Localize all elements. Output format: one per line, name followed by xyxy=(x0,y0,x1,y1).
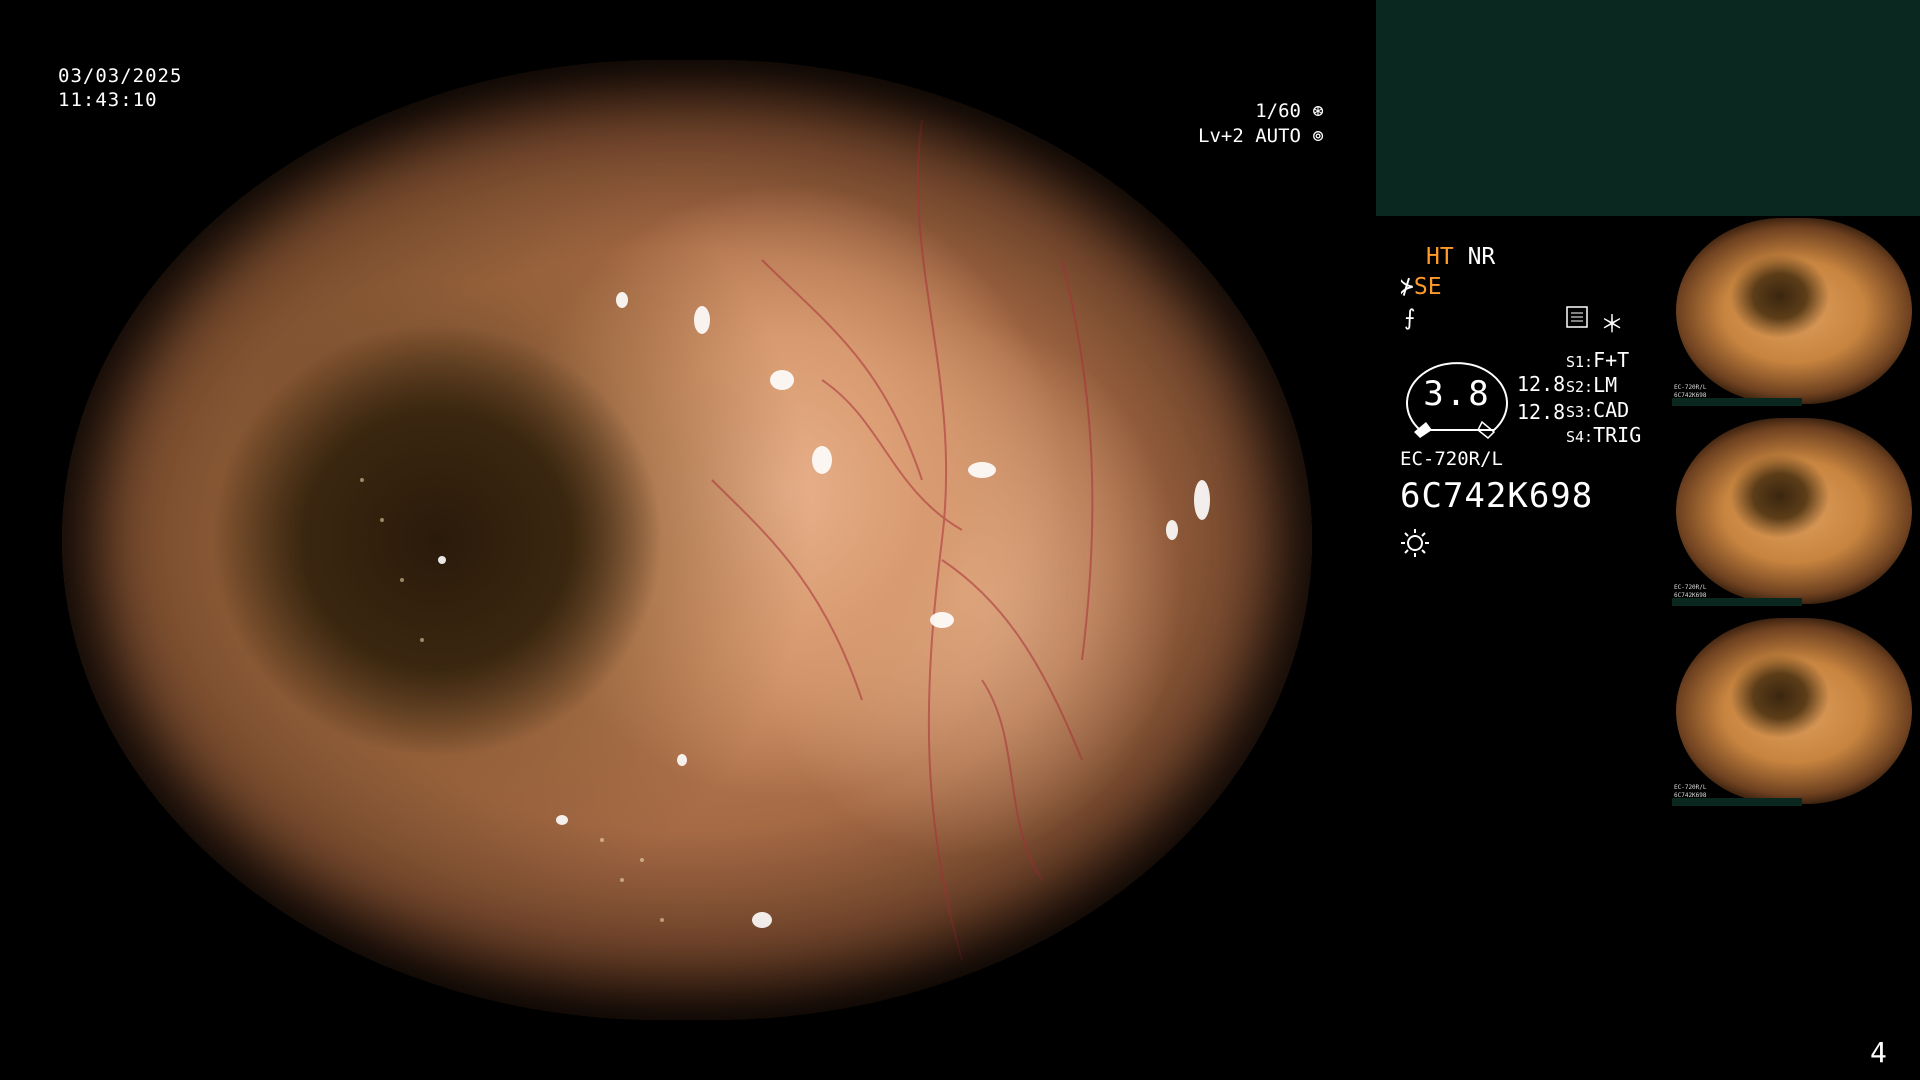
zoom-value: 3.8 xyxy=(1423,374,1491,414)
endoscope-view xyxy=(62,60,1312,1020)
ht-label: HT xyxy=(1426,244,1454,270)
page-number: 4 xyxy=(1870,1036,1887,1069)
nr-label: NR xyxy=(1467,244,1496,270)
se-mode-icon: ⊁ xyxy=(1400,274,1414,300)
exposure-overlay: 1/60 ⊛ Lv+2 AUTO ⊚ xyxy=(1198,100,1324,150)
captured-thumbnail[interactable]: EC-720R/L 6C742K698 xyxy=(1672,216,1916,406)
light-source-icon xyxy=(1401,529,1429,557)
sub-screen-area xyxy=(1376,0,1920,216)
se-status: ⊁SE xyxy=(1400,274,1442,300)
scope-serial: 6C742K698 xyxy=(1400,476,1594,516)
slot-4: S4:TRIG xyxy=(1566,423,1642,447)
asterisk-icon: ＊ xyxy=(1600,310,1624,338)
slot-2: S2:LM xyxy=(1566,373,1618,397)
captured-thumbnail[interactable]: EC-720R/L 6C742K698 xyxy=(1672,416,1916,606)
thumbnail-bar xyxy=(1672,598,1802,606)
thumbnail-image xyxy=(1676,218,1912,404)
captured-thumbnail[interactable]: EC-720R/L 6C742K698 xyxy=(1672,616,1916,806)
level-value-1: 12.8 xyxy=(1517,372,1566,396)
level-text: Lv+2 AUTO xyxy=(1198,125,1301,147)
shutter-text: 1/60 xyxy=(1255,100,1301,122)
time-text: 11:43:10 xyxy=(58,89,158,111)
thumbnail-image xyxy=(1676,418,1912,604)
mucosa-vessels xyxy=(360,119,1210,961)
tone-mode-icon: ⨍ xyxy=(1404,306,1416,331)
thumbnail-bar xyxy=(1672,398,1802,406)
enhancement-status: HT NR xyxy=(1426,244,1495,270)
date-text: 03/03/2025 xyxy=(58,65,183,87)
slot-1: S1:F+T xyxy=(1566,348,1630,372)
slot-3: S3:CAD xyxy=(1566,398,1630,422)
scope-model: EC-720R/L xyxy=(1400,448,1503,470)
thumbnail-image xyxy=(1676,618,1912,804)
structure-grid-icon xyxy=(1566,306,1588,328)
datetime-overlay: 03/03/2025 11:43:10 xyxy=(58,64,182,112)
thumbnail-bar xyxy=(1672,798,1802,806)
shutter-icon: ⊛ xyxy=(1312,100,1324,122)
auto-icon: ⊚ xyxy=(1312,125,1324,147)
level-value-2: 12.8 xyxy=(1517,400,1566,424)
se-label: SE xyxy=(1413,274,1442,300)
